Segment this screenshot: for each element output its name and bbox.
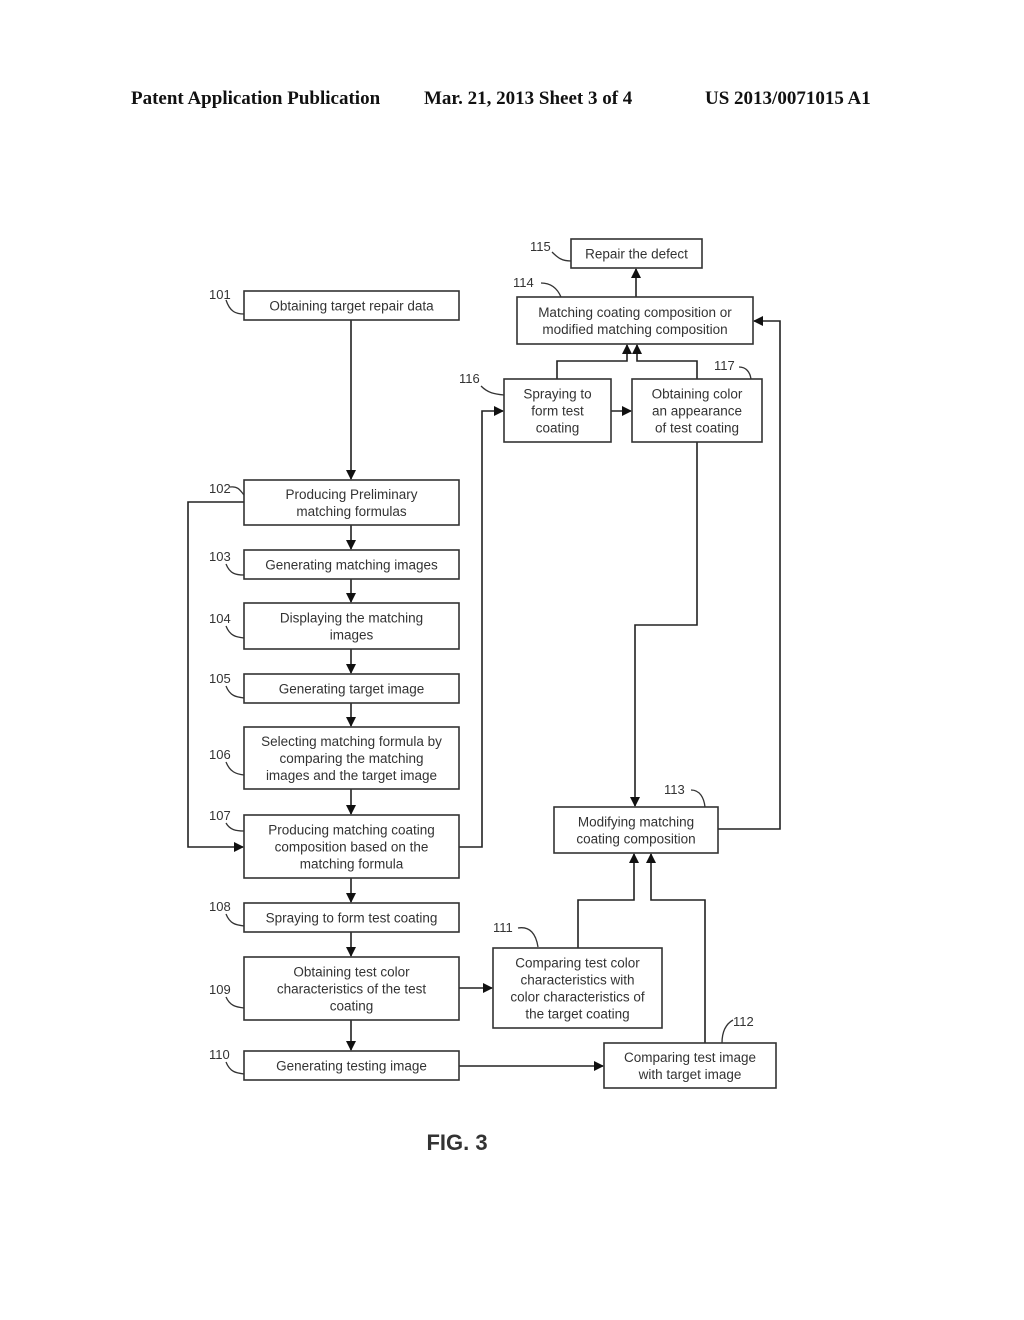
step-text-line: Obtaining target repair data (269, 299, 434, 314)
ref-leader-line (738, 366, 752, 380)
flowchart: Obtaining target repair data 101 Producing… (187, 238, 781, 1155)
step-ref-number: 104 (209, 611, 231, 626)
step-text-line: matching formula (300, 857, 404, 872)
step-ref-number: 107 (209, 808, 231, 823)
step-text-line: the target coating (525, 1007, 629, 1022)
step-text-line: coating (330, 999, 374, 1014)
step-110: Generating testing image 110 (209, 1047, 460, 1081)
step-ref-number: 106 (209, 747, 231, 762)
ref-leader-line (480, 385, 505, 396)
connector-107-to-116 (459, 406, 504, 848)
step-text-line: form test (531, 404, 584, 419)
step-104: Displaying the matching images 104 (209, 602, 460, 650)
step-text-line: an appearance (652, 404, 742, 419)
step-text-line: Spraying to (523, 387, 591, 402)
step-text-line: modified matching composition (542, 322, 727, 337)
step-text-line: comparing the matching (279, 751, 423, 766)
figure-label: FIG. 3 (426, 1130, 487, 1155)
step-ref-number: 117 (714, 358, 735, 373)
ref-leader-line (225, 822, 245, 832)
step-boxes: Obtaining target repair data 101 Producing… (209, 238, 777, 1089)
step-text-line: composition based on the (275, 840, 429, 855)
step-text-line: Producing Preliminary (285, 487, 417, 502)
step-113: Modifying matching coating composition 113 (553, 782, 719, 854)
step-text-line: Generating target image (279, 682, 425, 697)
step-text-line: Generating testing image (276, 1059, 427, 1074)
step-114: Matching coating composition or modified … (513, 275, 754, 345)
ref-leader-line (721, 1019, 734, 1044)
step-ref-number: 112 (733, 1014, 754, 1029)
ref-leader-line (225, 913, 245, 927)
step-text-line: characteristics of the test (277, 982, 427, 997)
connector-111-to-113 (577, 853, 639, 948)
step-102: Producing Preliminary matching formulas 10… (209, 479, 460, 526)
ref-leader-line (540, 282, 562, 298)
step-text-line: Selecting matching formula by (261, 734, 442, 749)
step-text-line: Displaying the matching (280, 611, 423, 626)
step-ref-number: 111 (493, 920, 513, 935)
step-ref-number: 110 (209, 1047, 230, 1062)
ref-leader-line (225, 996, 245, 1009)
connector-117-to-114 (632, 344, 698, 379)
step-text-line: of test coating (655, 421, 739, 436)
step-text-line: Spraying to form test coating (266, 911, 438, 926)
step-text-line: Generating matching images (265, 558, 438, 573)
ref-leader-line (225, 299, 245, 315)
step-ref-number: 101 (209, 287, 231, 302)
ref-leader-line (551, 251, 572, 262)
step-ref-number: 113 (664, 782, 685, 797)
ref-leader-line (229, 486, 245, 496)
step-109: Obtaining test color characteristics of t… (209, 956, 460, 1021)
step-text-line: Comparing test image (624, 1050, 756, 1065)
ref-leader-line (225, 685, 245, 699)
step-text-line: coating (536, 421, 580, 436)
connector-117-to-113 (630, 442, 698, 807)
step-ref-number: 115 (530, 239, 551, 254)
step-text-line: Obtaining test color (293, 965, 410, 980)
step-text-line: images and the target image (266, 768, 437, 783)
step-text-line: Modifying matching (578, 815, 694, 830)
step-115: Repair the defect 115 (530, 238, 703, 269)
ref-leader-line (225, 761, 245, 776)
step-105: Generating target image 105 (209, 671, 460, 704)
step-ref-number: 103 (209, 549, 231, 564)
step-text-line: with target image (638, 1067, 742, 1082)
step-101: Obtaining target repair data 101 (209, 287, 460, 321)
step-ref-number: 116 (459, 371, 480, 386)
step-ref-number: 102 (209, 481, 231, 496)
ref-leader-line (225, 625, 245, 639)
step-ref-number: 109 (209, 982, 231, 997)
step-text-line: coating composition (576, 832, 695, 847)
step-text-line: Obtaining color (652, 387, 743, 402)
ref-leader-line (225, 1061, 245, 1075)
step-text-line: Producing matching coating (268, 823, 435, 838)
ref-leader-line (517, 927, 539, 948)
step-108: Spraying to form test coating 108 (209, 899, 460, 933)
ref-leader-line (225, 563, 245, 576)
step-ref-number: 108 (209, 899, 231, 914)
step-text-line: Repair the defect (585, 247, 688, 262)
connector-116-to-114 (556, 344, 632, 379)
step-103: Generating matching images 103 (209, 549, 460, 580)
step-ref-number: 114 (513, 275, 534, 290)
step-ref-number: 105 (209, 671, 231, 686)
step-text-line: matching formulas (296, 504, 407, 519)
step-text-line: characteristics with (520, 973, 634, 988)
step-text-line: Comparing test color (515, 956, 640, 971)
step-106: Selecting matching formula by comparing t… (209, 726, 460, 790)
ref-leader-line (690, 789, 706, 808)
step-107: Producing matching coating composition ba… (209, 808, 460, 879)
step-text-line: color characteristics of (510, 990, 645, 1005)
step-text-line: images (330, 628, 374, 643)
step-text-line: Matching coating composition or (538, 305, 732, 320)
